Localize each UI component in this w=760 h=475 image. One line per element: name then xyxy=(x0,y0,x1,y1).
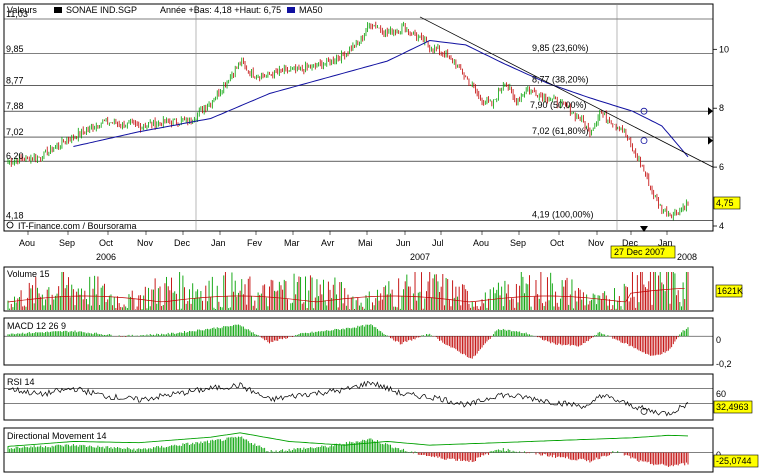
y-tick-left: 7,02 xyxy=(6,127,24,137)
fib-label: 4,19 (100,00%) xyxy=(532,209,594,219)
y-tick-left: 4,18 xyxy=(6,211,24,221)
month-label: Mar xyxy=(284,238,300,248)
fib-label: 8,77 (38,20%) xyxy=(532,75,589,85)
symbol-legend-swatch xyxy=(54,7,62,13)
fib-label: 7,90 (50,00%) xyxy=(530,100,587,110)
volume-last-value: 1621K xyxy=(717,286,743,296)
credit-text: IT-Finance.com / Boursorama xyxy=(18,221,137,231)
month-label: Oct xyxy=(550,238,565,248)
month-label: Jul xyxy=(432,238,444,248)
x-axis-years: 2006 2007 2008 xyxy=(96,252,697,262)
dm-panel xyxy=(3,427,714,473)
month-label: Nov xyxy=(137,238,154,248)
y-tick-right: 6 xyxy=(719,162,724,172)
macd-tick-0: 0 xyxy=(716,335,721,345)
macd-tick-neg: -0,2 xyxy=(716,359,732,369)
last-price-value: 4,75 xyxy=(716,198,734,208)
header-info: Année +Bas: 4,18 +Haut: 6,75 xyxy=(160,5,281,15)
month-label: Jun xyxy=(396,238,411,248)
volume-title: Volume 15 xyxy=(7,269,50,279)
y-tick-right: 4 xyxy=(719,221,724,231)
macd-title: MACD 12 26 9 xyxy=(7,321,66,331)
year-label: 2007 xyxy=(410,252,430,262)
month-label: Aou xyxy=(19,238,35,248)
year-label: 2006 xyxy=(96,252,116,262)
y-tick-left: 7,88 xyxy=(6,101,24,111)
y-tick-left: 11,03 xyxy=(6,9,28,19)
month-label: Jan xyxy=(211,238,226,248)
month-label: Avr xyxy=(321,238,334,248)
fib-label: 7,02 (61,80%) xyxy=(532,126,589,136)
rsi-panel xyxy=(3,373,714,421)
dm-last-value: -25,0744 xyxy=(716,456,752,466)
month-label: Sep xyxy=(510,238,526,248)
month-label: Sep xyxy=(59,238,75,248)
month-label: Oct xyxy=(99,238,114,248)
year-label: 2008 xyxy=(677,252,697,262)
x-axis-months: Aou Sep Oct Nov Dec Jan Fev Mar Avr Mai Jun Jul Aou S… xyxy=(19,231,673,248)
y-tick-left: 9,85 xyxy=(6,44,24,54)
fib-label: 9,85 (23,60%) xyxy=(532,43,589,53)
header-symbol: SONAE IND.SGP xyxy=(66,5,137,15)
dm-title: Directional Movement 14 xyxy=(7,431,107,441)
y-tick-right: 8 xyxy=(719,103,724,113)
stock-chart: 9,85 (23,60%) 8,77 (38,20%) 7,90 (50,00%) 7… xyxy=(3,3,759,473)
month-label: Mai xyxy=(358,238,373,248)
rsi-last-value: 32,4963 xyxy=(716,402,749,412)
month-label: Fev xyxy=(247,238,263,248)
rsi-tick-60: 60 xyxy=(716,389,726,399)
month-label: Nov xyxy=(588,238,605,248)
cursor-date: 27 Dec 2007 xyxy=(614,247,665,257)
macd-panel xyxy=(3,317,714,366)
y-tick-left: 6,20 xyxy=(6,151,24,161)
y-tick-left: 8,77 xyxy=(6,76,24,86)
month-label: Aou xyxy=(473,238,489,248)
ma-legend-swatch xyxy=(287,7,295,13)
rsi-title: RSI 14 xyxy=(7,377,35,387)
month-label: Dec xyxy=(174,238,191,248)
y-tick-right: 10 xyxy=(719,44,729,54)
ma-legend-label: MA50 xyxy=(299,5,323,15)
